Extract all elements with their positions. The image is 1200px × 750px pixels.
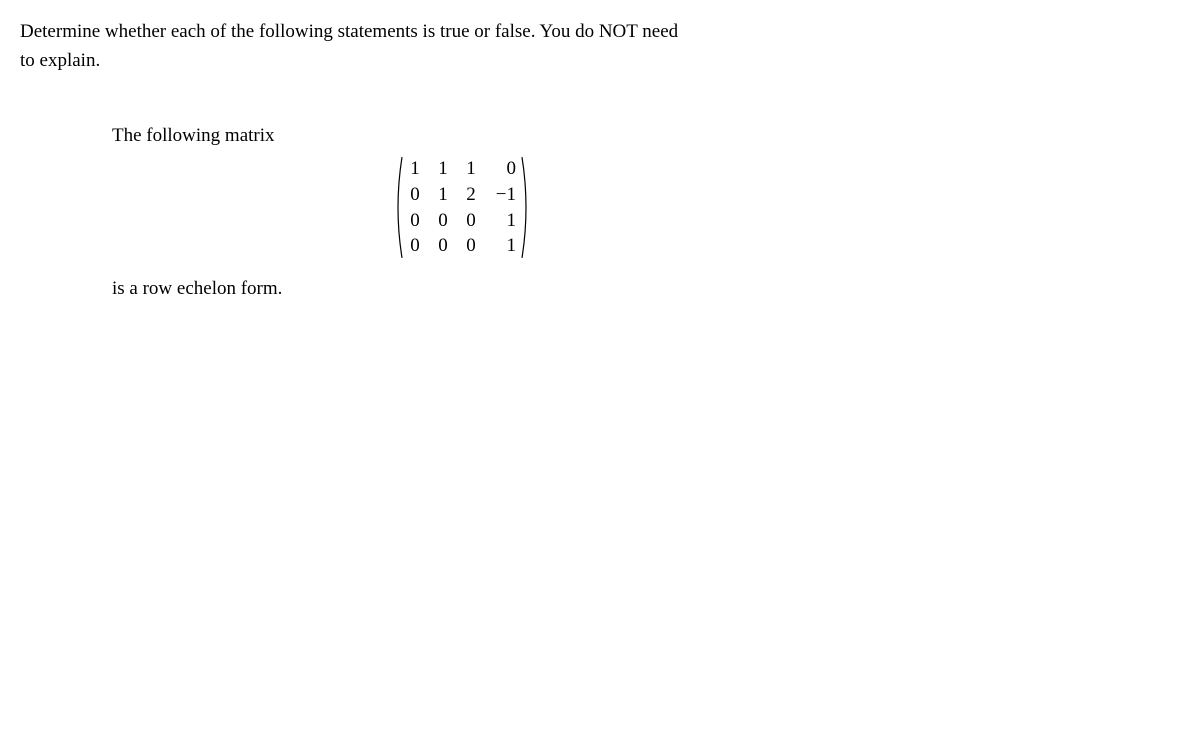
problem-intro: The following matrix [112, 125, 1180, 147]
matrix-cell: 1 [492, 234, 516, 258]
instruction-line2: to explain. [20, 50, 100, 71]
matrix-cell: 0 [464, 234, 478, 258]
matrix-cell: 1 [436, 183, 450, 207]
problem-block: The following matrix 1 1 1 0 0 1 2 −1 0 … [112, 125, 1180, 300]
instruction-line1: Determine whether each of the following … [20, 21, 678, 42]
matrix-cell: 1 [436, 157, 450, 181]
matrix-cell: 0 [492, 157, 516, 181]
matrix-cell: 0 [436, 209, 450, 233]
matrix-cell: 1 [492, 209, 516, 233]
matrix-cell: 2 [464, 183, 478, 207]
matrix: 1 1 1 0 0 1 2 −1 0 0 0 1 0 0 0 1 [392, 155, 532, 260]
matrix-cell: 0 [408, 209, 422, 233]
right-paren-icon [520, 155, 532, 260]
left-paren-icon [392, 155, 404, 260]
matrix-cell: 1 [464, 157, 478, 181]
matrix-cell: −1 [492, 183, 516, 207]
matrix-cell: 1 [408, 157, 422, 181]
matrix-body: 1 1 1 0 0 1 2 −1 0 0 0 1 0 0 0 1 [404, 155, 520, 260]
matrix-wrapper: 1 1 1 0 0 1 2 −1 0 0 0 1 0 0 0 1 [392, 155, 1180, 260]
matrix-cell: 0 [408, 183, 422, 207]
problem-outro: is a row echelon form. [112, 278, 1180, 300]
matrix-cell: 0 [464, 209, 478, 233]
instruction-text: Determine whether each of the following … [20, 18, 1180, 75]
matrix-cell: 0 [436, 234, 450, 258]
matrix-cell: 0 [408, 234, 422, 258]
